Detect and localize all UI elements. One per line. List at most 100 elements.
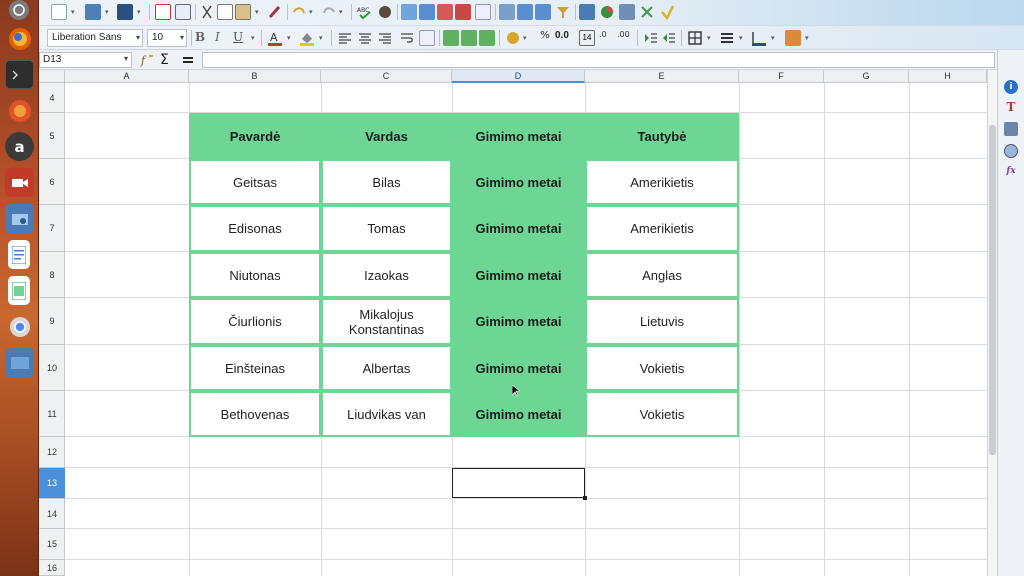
save-icon[interactable] (117, 4, 133, 20)
delete-columns-icon[interactable] (455, 4, 471, 20)
table-cell[interactable]: Mikalojus Konstantinas (321, 298, 452, 345)
column-header-g[interactable]: G (824, 70, 909, 83)
sort-icon[interactable] (499, 4, 515, 20)
insert-chart-icon[interactable] (599, 4, 615, 20)
font-color-icon[interactable]: A (267, 30, 283, 46)
italic-icon[interactable]: I (215, 30, 231, 46)
table-cell[interactable]: Gimimo metai (452, 252, 585, 298)
select-all-corner[interactable] (39, 70, 65, 83)
chrome-icon[interactable] (5, 312, 34, 341)
row-header[interactable]: 5 (39, 113, 65, 159)
column-header-e[interactable]: E (585, 70, 739, 83)
table-cell[interactable]: Izaokas (321, 252, 452, 298)
calc-icon[interactable] (8, 276, 30, 305)
sort-descending-icon[interactable] (535, 4, 551, 20)
delete-decimal-icon[interactable]: .00 (617, 30, 633, 46)
table-cell[interactable]: Amerikietis (585, 205, 739, 252)
delete-rows-icon[interactable] (437, 4, 453, 20)
row-header[interactable]: 6 (39, 159, 65, 205)
writer-icon[interactable] (8, 240, 30, 269)
table-header-cell[interactable]: Vardas (321, 113, 452, 159)
bold-icon[interactable]: B (195, 30, 211, 46)
table-cell[interactable]: Čiurlionis (189, 298, 321, 345)
column-header-d[interactable]: D (452, 70, 585, 83)
gallery-icon[interactable] (1004, 122, 1018, 136)
row-header[interactable]: 10 (39, 345, 65, 391)
row-header[interactable]: 16 (39, 560, 65, 576)
hyperlink-icon[interactable] (659, 4, 675, 21)
number-format-button[interactable]: 0.0 (555, 30, 577, 46)
row-header[interactable]: 14 (39, 499, 65, 529)
table-header-cell[interactable]: Pavardė (189, 113, 321, 159)
redo-icon[interactable] (321, 4, 337, 20)
increase-indent-icon[interactable] (643, 30, 659, 46)
column-header-f[interactable]: F (739, 70, 824, 83)
autocorrect-icon[interactable] (377, 4, 393, 20)
properties-icon[interactable]: i (1004, 80, 1018, 94)
sum-icon[interactable]: Σ (160, 52, 176, 68)
table-cell[interactable]: Liudvikas van (321, 391, 452, 437)
insert-rows-icon[interactable] (401, 4, 417, 20)
insert-columns-icon[interactable] (419, 4, 435, 20)
autofilter-icon[interactable] (555, 4, 571, 20)
clone-formatting-icon[interactable] (267, 4, 283, 20)
row-header[interactable]: 4 (39, 83, 65, 113)
scrollbar-thumb[interactable] (989, 125, 996, 455)
column-header-a[interactable]: A (65, 70, 189, 83)
screenshot-icon[interactable] (5, 204, 34, 233)
font-size-combo[interactable]: 10 ▾ (147, 29, 187, 47)
table-cell[interactable]: Bilas (321, 159, 452, 205)
export-pdf-icon[interactable] (155, 4, 171, 20)
table-cell[interactable]: Gimimo metai (452, 205, 585, 252)
workspace-icon[interactable] (5, 348, 34, 377)
paste-icon[interactable] (235, 4, 251, 20)
table-cell[interactable]: Vokietis (585, 345, 739, 391)
align-bottom-icon[interactable] (479, 30, 495, 46)
navigator-icon[interactable] (1004, 144, 1018, 158)
row-header[interactable]: 7 (39, 205, 65, 252)
name-box[interactable]: D13 ▾ (39, 52, 132, 68)
merge-cells-icon[interactable] (475, 4, 491, 20)
row-header[interactable]: 11 (39, 391, 65, 437)
align-left-icon[interactable] (337, 30, 353, 46)
styles-icon[interactable]: T (1004, 100, 1018, 114)
table-cell[interactable]: Amerikietis (585, 159, 739, 205)
column-header-h[interactable]: H (909, 70, 987, 83)
row-header[interactable]: 8 (39, 252, 65, 298)
border-style-icon[interactable] (719, 30, 735, 46)
table-cell[interactable]: Albertas (321, 345, 452, 391)
function-wizard-icon[interactable]: f (140, 52, 156, 68)
font-name-combo[interactable]: Liberation Sans ▾ (47, 29, 143, 47)
pivot-table-icon[interactable] (619, 4, 635, 20)
column-header-b[interactable]: B (189, 70, 321, 83)
browser-icon[interactable] (5, 96, 34, 125)
add-decimal-icon[interactable]: .0 (599, 30, 615, 46)
align-center-icon[interactable] (357, 30, 373, 46)
date-format-button[interactable]: 14 (579, 30, 595, 46)
functions-icon[interactable]: fx (1004, 164, 1018, 178)
decrease-indent-icon[interactable] (661, 30, 677, 46)
borders-icon[interactable] (687, 30, 703, 46)
underline-icon[interactable]: U (233, 30, 249, 46)
currency-format-icon[interactable] (505, 30, 521, 46)
table-cell[interactable]: Lietuvis (585, 298, 739, 345)
row-header[interactable]: 15 (39, 529, 65, 560)
software-center-icon[interactable]: a (5, 132, 34, 161)
table-cell[interactable]: Tomas (321, 205, 452, 252)
camera-icon[interactable] (5, 168, 34, 197)
table-cell[interactable]: Bethovenas (189, 391, 321, 437)
table-cell[interactable]: Geitsas (189, 159, 321, 205)
align-top-icon[interactable] (443, 30, 459, 46)
align-middle-icon[interactable] (461, 30, 477, 46)
copy-icon[interactable] (217, 4, 233, 20)
align-right-icon[interactable] (377, 30, 393, 46)
spreadsheet-grid[interactable]: Pavardė Vardas Gimimo metai Tautybė Geit… (65, 83, 987, 576)
merge-center-icon[interactable] (419, 30, 435, 46)
print-preview-icon[interactable] (175, 4, 191, 20)
insert-image-icon[interactable] (579, 4, 595, 20)
table-header-cell[interactable]: Tautybė (585, 113, 739, 159)
column-header-c[interactable]: C (321, 70, 452, 83)
table-cell[interactable]: Niutonas (189, 252, 321, 298)
formula-equals-icon[interactable] (180, 52, 196, 68)
special-character-icon[interactable] (639, 4, 655, 20)
